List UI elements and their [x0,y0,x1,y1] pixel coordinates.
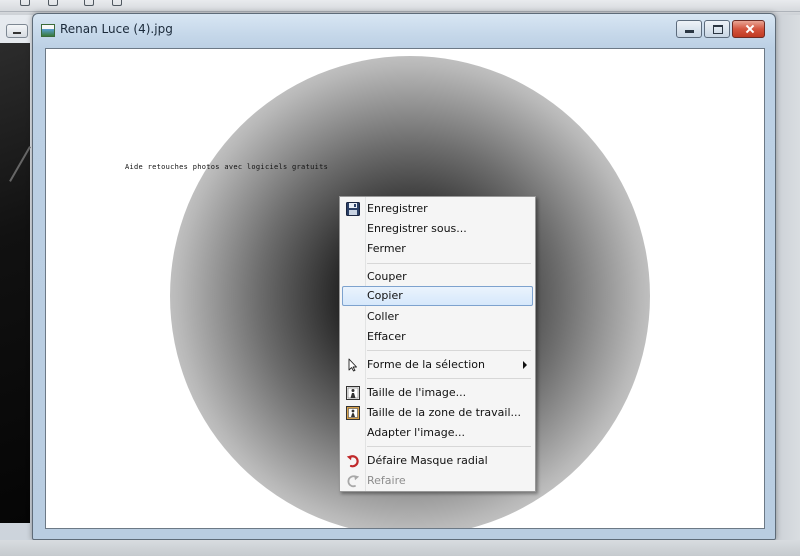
background-document-window[interactable] [0,15,34,540]
menu-item-fermer[interactable]: Fermer [342,239,533,259]
pointer-cursor-icon [346,358,360,372]
maximize-button[interactable] [704,20,730,38]
menu-item-enregistrer[interactable]: Enregistrer [342,199,533,219]
minimize-button[interactable] [676,20,702,38]
toolbar-icon[interactable] [20,0,30,6]
toolbar-icon[interactable] [84,0,94,6]
toolbar-icon[interactable] [48,0,58,6]
menu-separator [367,446,531,447]
context-menu: Enregistrer Enregistrer sous... Fermer C… [339,196,536,492]
status-strip [0,540,800,556]
menu-item-enregistrer-sous[interactable]: Enregistrer sous... [342,219,533,239]
floppy-disk-icon [346,202,360,216]
menu-item-refaire[interactable]: Refaire [342,471,533,491]
window-title: Renan Luce (4).jpg [60,22,173,36]
app-toolbar [0,0,800,12]
menu-item-adapter-l-image[interactable]: Adapter l'image... [342,423,533,443]
submenu-arrow-icon [523,361,527,369]
menu-separator [367,350,531,351]
canvas-caption-text: Aide retouches photos avec logiciels gra… [125,163,329,171]
menu-item-couper[interactable]: Couper [342,267,533,287]
close-button[interactable] [732,20,765,38]
menu-item-coller[interactable]: Coller [342,307,533,327]
menu-item-copier[interactable]: Copier [342,286,533,306]
canvas-size-icon [346,406,360,420]
menu-item-taille-de-la-zone-de-travail[interactable]: Taille de la zone de travail... [342,403,533,423]
toolbar-icon[interactable] [112,0,122,6]
image-size-icon [346,386,360,400]
caption-buttons [673,20,769,38]
menu-separator [367,378,531,379]
window-titlebar[interactable]: Renan Luce (4).jpg [33,14,775,48]
undo-arrow-icon [346,454,360,468]
image-file-icon [41,24,55,37]
redo-arrow-icon [346,474,360,488]
menu-item-taille-de-l-image[interactable]: Taille de l'image... [342,383,533,403]
menu-separator [367,263,531,264]
menu-item-defaire-masque-radial[interactable]: Défaire Masque radial [342,451,533,471]
background-minimize-button[interactable] [6,24,28,38]
menu-item-forme-de-la-selection[interactable]: Forme de la sélection [342,355,533,375]
background-photo [0,43,30,523]
menu-item-effacer[interactable]: Effacer [342,327,533,347]
